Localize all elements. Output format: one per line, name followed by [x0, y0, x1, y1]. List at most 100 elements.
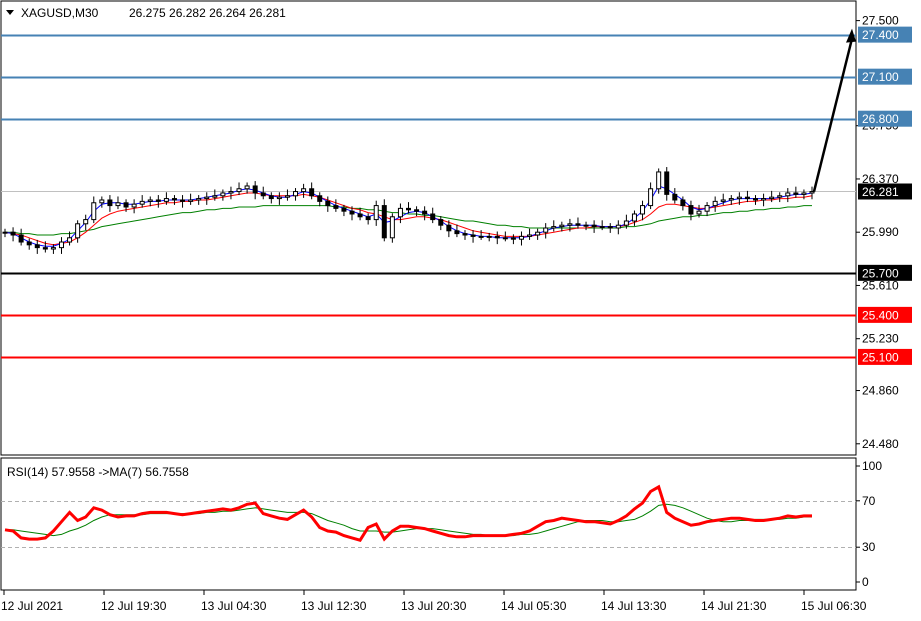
candle-body	[704, 205, 710, 212]
candle-body	[527, 234, 533, 237]
candle-body	[777, 195, 783, 198]
candle-body	[583, 224, 589, 227]
candle-body	[631, 213, 637, 222]
trading-chart: 27.50026.75026.37025.99025.61025.23024.8…	[0, 0, 912, 613]
candle-body	[381, 205, 387, 239]
symbol-dropdown-icon[interactable]	[6, 10, 14, 15]
candle-body	[696, 210, 702, 215]
candle-body	[736, 196, 742, 200]
candle-body	[99, 199, 105, 204]
candle-body	[107, 199, 113, 207]
candle-body	[728, 198, 734, 201]
candle-body	[244, 185, 250, 190]
candle-body	[470, 234, 476, 237]
candle-body	[212, 195, 218, 198]
candle-body	[155, 199, 161, 202]
candle-body	[769, 196, 775, 200]
candle-body	[26, 241, 32, 246]
candle-body	[2, 231, 8, 234]
candle-body	[171, 198, 177, 201]
candle-body	[357, 213, 363, 218]
candle-body	[204, 196, 210, 200]
level-tag-label: 25.700	[862, 266, 899, 280]
candle-body	[301, 188, 307, 193]
candle-body	[664, 171, 670, 195]
candle-body	[559, 224, 565, 228]
candle-body	[543, 227, 549, 233]
candle-body	[139, 200, 145, 205]
candle-body	[680, 199, 686, 207]
candle-body	[510, 237, 516, 240]
candle-body	[131, 203, 137, 208]
time-tick-label: 13 Jul 20:30	[401, 599, 467, 613]
candle-body	[712, 200, 718, 207]
rsi-ma-line	[5, 503, 812, 537]
candle-body	[341, 207, 347, 212]
candle-body	[325, 200, 331, 207]
candle-body	[406, 207, 411, 211]
level-lines	[1, 34, 856, 359]
current-price-tag-label: 26.281	[862, 185, 899, 199]
candle-body	[389, 216, 395, 239]
candle-body	[478, 235, 484, 238]
candle-body	[801, 192, 807, 195]
time-tick-label: 12 Jul 19:30	[101, 599, 167, 613]
candle-body	[349, 210, 355, 215]
candle-body	[454, 230, 460, 235]
candle-body	[147, 199, 153, 202]
candle-body	[67, 237, 73, 243]
rsi-tick-label: 30	[862, 540, 876, 554]
price-tick-label: 25.230	[862, 332, 899, 346]
time-tick-label: 13 Jul 12:30	[301, 599, 367, 613]
candle-body	[317, 195, 323, 202]
candle-body	[720, 199, 726, 202]
candle-body	[188, 199, 194, 202]
candle-body	[672, 193, 678, 201]
price-tick-label: 25.990	[862, 225, 899, 239]
candle-body	[309, 188, 315, 197]
time-axis: 12 Jul 2021 12 Jul 19:30 13 Jul 04:30 13 Ju…	[1, 590, 867, 613]
candle-body	[236, 188, 242, 193]
candle-body	[793, 192, 799, 195]
candle-body	[260, 192, 266, 197]
candle-body	[575, 223, 581, 226]
projection-arrow	[812, 28, 856, 192]
candle-body	[430, 213, 436, 221]
candle-body	[535, 231, 541, 236]
level-tag-label: 27.100	[862, 70, 899, 84]
candle-body	[615, 224, 621, 229]
rsi-tick-label: 0	[862, 575, 869, 589]
candle-body	[607, 226, 613, 229]
candle-body	[648, 188, 654, 207]
candle-body	[422, 210, 428, 215]
level-tag-label: 26.800	[862, 112, 899, 126]
level-tag-label: 27.400	[862, 28, 899, 42]
candle-body	[34, 244, 40, 249]
candle-body	[196, 198, 202, 201]
candle-body	[115, 202, 121, 207]
candle-body	[761, 198, 767, 201]
candle-body	[599, 226, 605, 229]
candle-body	[293, 191, 299, 197]
chart-ohlc: 26.275 26.282 26.264 26.281	[129, 6, 286, 20]
candle-body	[446, 224, 452, 232]
time-tick-label: 15 Jul 06:30	[801, 599, 867, 613]
candle-body	[518, 235, 524, 240]
candle-body	[180, 199, 186, 202]
rsi-lines	[4, 484, 812, 542]
time-tick-label: 14 Jul 13:30	[601, 599, 667, 613]
candle-body	[10, 231, 16, 236]
candle-body	[365, 216, 371, 221]
candle-body	[58, 241, 64, 249]
candle-body	[228, 191, 234, 194]
candle-body	[656, 171, 662, 190]
candle-body	[462, 233, 468, 236]
candle-body	[18, 234, 24, 243]
candle-body	[220, 192, 226, 197]
candle-body	[688, 205, 694, 215]
chart-symbol[interactable]: XAGUSD,M30	[21, 6, 99, 20]
main-pane-frame	[0, 0, 857, 456]
rsi-tick-label: 70	[862, 494, 876, 508]
time-tick-label: 12 Jul 2021	[1, 599, 63, 613]
price-tick-label: 27.500	[862, 14, 899, 28]
